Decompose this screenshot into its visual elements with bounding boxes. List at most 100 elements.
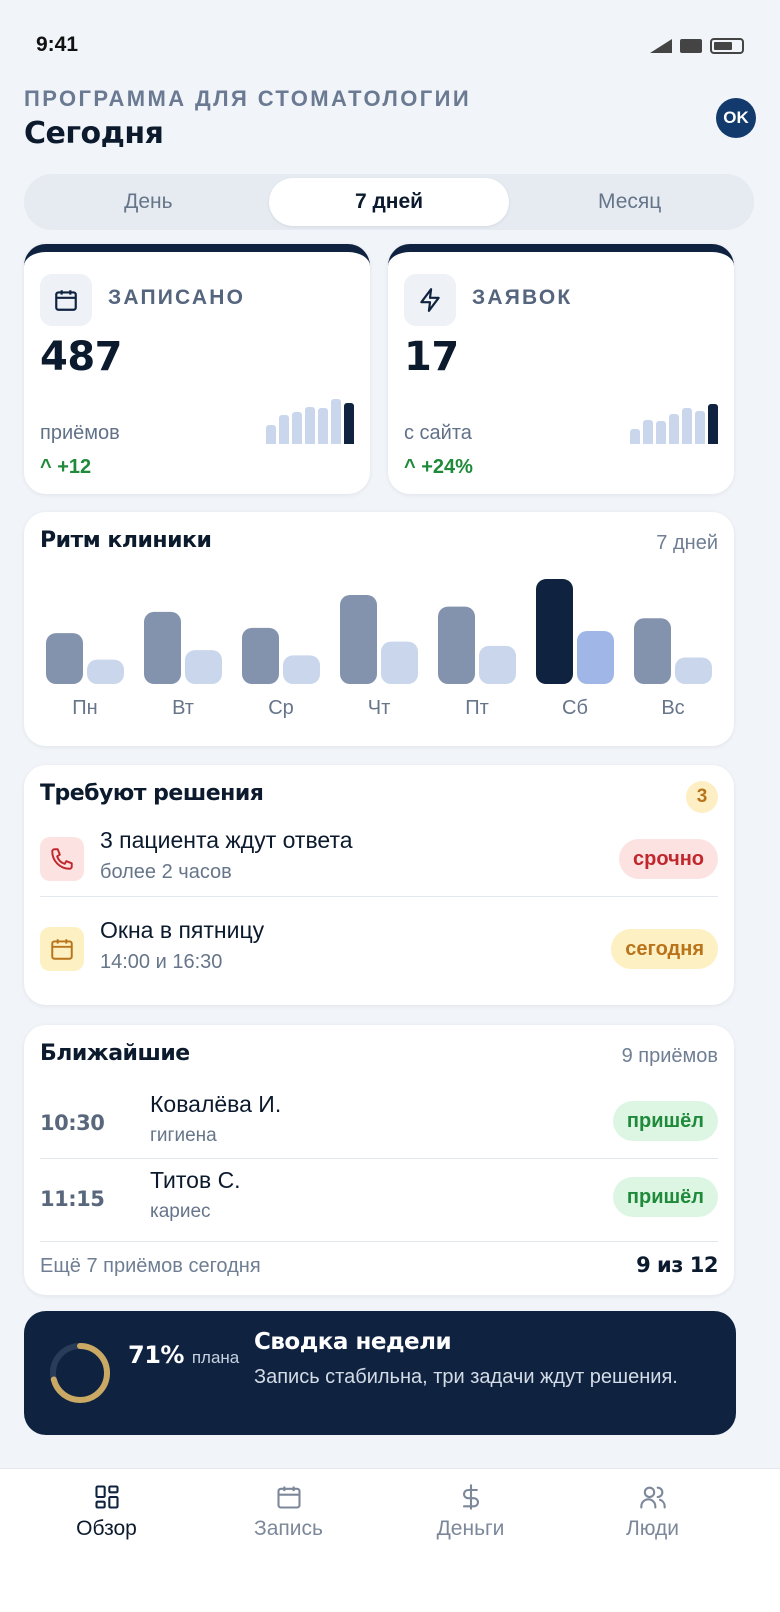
procedure: кариес [150,1201,211,1222]
summary-text: Запись стабильна, три задачи ждут решени… [254,1366,678,1388]
status-bar: 9:41 [0,0,780,90]
urgent-badge: срочно [619,839,718,879]
battery-icon [710,38,744,54]
more-appointments-link[interactable]: Ещё 7 приёмов сегодня [40,1255,261,1278]
plan-percent: 71% плана [128,1341,239,1369]
bar-Сб-1 [536,579,573,684]
stat-label: ЗАПИСАНО [108,286,246,309]
x-tick-label: Сб [562,697,588,719]
x-tick-label: Вс [661,697,684,719]
card-title: Ближайшие [40,1041,190,1066]
stat-delta-value: +24% [421,456,473,478]
tab-booking[interactable]: Запись [191,1483,386,1541]
people-icon [639,1486,666,1509]
dashboard-icon [94,1485,119,1509]
trend-up-icon: ^ [40,456,58,478]
decision-item[interactable]: 3 пациента ждут ответа более 2 часов сро… [40,827,718,907]
bar-Пт-2 [479,645,516,684]
stat-subtitle: с сайта [404,422,472,444]
sparkline-bar [305,407,315,444]
x-tick-label: Чт [368,697,391,719]
plan-progress-ring [50,1343,110,1403]
sparkline-bar [669,414,679,444]
calendar-icon [40,274,92,326]
appointment-time: 11:15 [40,1187,105,1211]
status-badge: пришёл [612,1177,718,1217]
status-badge: пришёл [612,1101,718,1141]
divider [40,896,718,897]
bar-Ср-2 [283,655,320,684]
sparkline-bar [318,408,328,444]
rhythm-bar-chart: Пн Вт Ср Чт Пт Сб Вс [46,579,712,719]
stat-subtitle: приёмов [40,422,120,444]
segment-month[interactable]: Месяц [509,178,750,226]
dollar-icon [462,1484,479,1510]
tab-label: Обзор [76,1517,137,1540]
stat-value: 487 [40,334,123,380]
patient-name: Ковалёва И. [150,1091,282,1117]
x-tick-label: Ср [268,697,294,719]
x-tick-label: Пн [72,697,97,719]
decision-subtitle: более 2 часов [100,861,232,883]
decision-subtitle: 14:00 и 16:30 [100,951,223,973]
clinic-rhythm-card: Ритм клиники 7 дней Пн Вт Ср Чт Пт Сб Вс [24,512,734,746]
page-title: Сегодня [24,116,164,151]
divider [40,1158,718,1159]
bar-Ср-1 [242,627,279,684]
stat-card-booked[interactable]: ЗАПИСАНО 487 приёмов ^ +12 [24,244,370,494]
card-title: Ритм клиники [40,528,212,553]
appointment-row[interactable]: 10:30 Ковалёва И. гигиена пришёл [40,1091,718,1161]
sparkline-bar [656,421,666,444]
tab-label: Деньги [436,1517,505,1540]
tab-label: Люди [625,1517,680,1540]
stat-card-requests[interactable]: ЗАЯВОК 17 с сайта ^ +24% [388,244,734,494]
status-time: 9:41 [36,33,79,56]
card-title: Требуют решения [40,781,264,806]
bar-Пт-1 [438,606,475,684]
stat-delta-value: +12 [57,456,92,478]
decision-item[interactable]: Окна в пятницу 14:00 и 16:30 сегодня [40,917,718,997]
appointments-count: 9 приёмов [621,1045,718,1067]
sparkline-bar [344,403,354,444]
appointments-progress: 9 из 12 [636,1253,718,1277]
bar-Сб-2 [577,631,614,684]
bar-Вт-2 [185,650,222,684]
card-range: 7 дней [656,532,718,554]
sparkline-bar [266,425,276,444]
summary-title: Сводка недели [254,1329,452,1355]
bar-Чт-1 [340,594,377,684]
lightning-icon [404,274,456,326]
decision-title: Окна в пятницу [100,917,265,943]
tab-overview[interactable]: Обзор [9,1483,204,1541]
appointment-row[interactable]: 11:15 Титов С. кариес пришёл [40,1167,718,1237]
bar-Вс-1 [634,618,671,684]
sparkline-bar [708,404,718,444]
bar-Пн-1 [46,633,83,684]
bar-Чт-2 [381,641,418,684]
weekly-summary-card[interactable]: 71% плана Сводка недели Запись стабильна… [24,1311,736,1435]
upcoming-card: Ближайшие 9 приёмов 10:30 Ковалёва И. ги… [24,1025,734,1295]
plan-percent-label: плана [191,1348,240,1367]
x-tick-label: Вт [172,697,194,719]
tab-money[interactable]: Деньги [373,1483,568,1541]
app-eyebrow: ПРОГРАММА ДЛЯ СТОМАТОЛОГИИ [24,86,472,111]
x-tick-label: Пт [465,697,489,719]
tab-people[interactable]: Люди [555,1483,750,1541]
stat-delta: ^ +24% [404,456,473,479]
segment-7-days[interactable]: 7 дней [268,178,510,226]
plan-percent-value: 71% [128,1341,184,1369]
bar-Вс-2 [675,657,712,684]
bottom-tab-bar: Обзор Запись Деньги Люди [0,1468,780,1612]
sparkline-bar [279,415,289,444]
avatar[interactable]: OK [716,98,756,138]
wifi-icon [680,39,702,53]
bar-Пн-2 [87,659,124,684]
signal-icon [650,39,672,53]
sparkline [630,398,718,444]
segment-day[interactable]: День [28,178,269,226]
calendar-icon [276,1486,301,1509]
stat-label: ЗАЯВОК [472,286,573,309]
sparkline-bar [643,420,653,444]
decisions-card: Требуют решения 3 3 пациента ждут ответа… [24,765,734,1005]
period-segmented-control: День 7 дней Месяц [24,174,754,230]
